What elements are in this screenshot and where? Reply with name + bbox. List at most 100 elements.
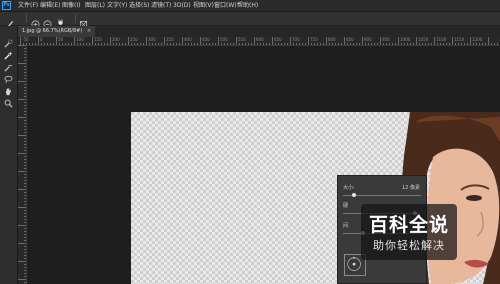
menu-layer[interactable]: 图层(L) bbox=[85, 1, 105, 10]
chevron-down-icon[interactable] bbox=[67, 15, 72, 29]
ruler-tick bbox=[329, 43, 330, 45]
ruler-tick bbox=[24, 138, 26, 139]
ruler-tick bbox=[24, 69, 26, 70]
ruler-tick bbox=[24, 147, 26, 148]
ruler-tick bbox=[380, 37, 381, 45]
ruler-tick bbox=[74, 37, 75, 45]
menu-filter[interactable]: 滤镜(T) bbox=[151, 1, 171, 10]
menu-window[interactable]: 窗口(W) bbox=[214, 1, 237, 10]
vertical-ruler bbox=[18, 45, 27, 284]
brush-plus-tool-icon[interactable] bbox=[3, 50, 14, 61]
lasso-tool-icon[interactable] bbox=[3, 74, 14, 85]
menu-type[interactable]: 文字(Y) bbox=[107, 1, 127, 10]
ruler-tick bbox=[18, 81, 26, 82]
ruler-tick bbox=[440, 43, 441, 45]
add-to-selection-icon[interactable] bbox=[31, 14, 40, 29]
watermark-title: 百科全说 bbox=[368, 214, 449, 236]
ruler-tick bbox=[230, 43, 231, 45]
ruler-tick bbox=[233, 43, 234, 45]
horizontal-ruler: -50 0 50 100 150 200 250 300 350 400 450 500 550 600 6… bbox=[18, 37, 500, 46]
ruler-tick bbox=[24, 96, 26, 97]
ruler-tick bbox=[266, 43, 267, 45]
ruler-tick bbox=[71, 43, 72, 45]
ruler-tick bbox=[24, 102, 26, 103]
ruler-label: 1200 bbox=[472, 37, 483, 42]
ruler-tick bbox=[317, 43, 318, 45]
ruler-tick bbox=[323, 43, 324, 45]
ruler-tick bbox=[203, 43, 204, 45]
ruler-tick bbox=[110, 37, 111, 45]
ruler-tick bbox=[18, 153, 26, 154]
menu-3d[interactable]: 3D(D) bbox=[173, 1, 191, 10]
ruler-tick bbox=[473, 43, 474, 45]
ruler-tick bbox=[24, 165, 26, 166]
ruler-tick bbox=[419, 43, 420, 45]
brush-size-value: 90 bbox=[57, 19, 64, 24]
menu-file[interactable]: 文件(F) bbox=[18, 1, 38, 10]
menu-help[interactable]: 帮助(H) bbox=[237, 1, 258, 10]
ruler-tick bbox=[413, 43, 414, 45]
subtract-from-selection-icon[interactable] bbox=[43, 14, 52, 29]
quick-selection-tool-icon[interactable] bbox=[3, 38, 14, 49]
ruler-tick bbox=[41, 43, 42, 45]
ruler-tick bbox=[24, 252, 26, 253]
ruler-tick bbox=[24, 108, 26, 109]
ruler-tick bbox=[125, 43, 126, 45]
ruler-tick bbox=[24, 222, 26, 223]
ruler-tick bbox=[24, 186, 26, 187]
menu-edit[interactable]: 编辑(E) bbox=[40, 1, 60, 10]
ruler-tick bbox=[24, 183, 26, 184]
zoom-tool-icon[interactable] bbox=[3, 98, 14, 109]
brush-tool-preset-icon[interactable] bbox=[5, 14, 14, 29]
brush-size-slider-knob[interactable] bbox=[352, 193, 356, 197]
ruler-tick bbox=[29, 43, 30, 45]
ruler-tick bbox=[188, 43, 189, 45]
ruler-tick bbox=[24, 255, 26, 256]
ruler-tick bbox=[149, 43, 150, 45]
ruler-tick bbox=[326, 37, 327, 45]
ruler-tick bbox=[485, 43, 486, 45]
ruler-tick bbox=[24, 87, 26, 88]
ruler-tick bbox=[24, 228, 26, 229]
ruler-tick bbox=[131, 43, 132, 45]
document-tab[interactable]: 1.jpg @ 66.7%(RGB/8#) × bbox=[18, 26, 96, 37]
brush-size-picker[interactable]: 90 bbox=[56, 12, 65, 25]
ruler-tick bbox=[254, 37, 255, 45]
ruler-tick bbox=[479, 43, 480, 45]
close-icon[interactable]: × bbox=[87, 26, 91, 37]
ruler-tick bbox=[18, 243, 26, 244]
ruler-tick bbox=[32, 43, 33, 45]
ruler-tick bbox=[24, 276, 26, 277]
ruler-tick bbox=[24, 267, 26, 268]
ruler-label: 800 bbox=[328, 37, 336, 42]
ruler-tick bbox=[353, 43, 354, 45]
ruler-tick bbox=[24, 126, 26, 127]
ruler-tick bbox=[101, 43, 102, 45]
ruler-label: 1000 bbox=[400, 37, 411, 42]
brush-size-slider[interactable] bbox=[343, 193, 421, 197]
ruler-tick bbox=[221, 43, 222, 45]
ruler-tick bbox=[24, 213, 26, 214]
ruler-tick bbox=[236, 37, 237, 45]
ruler-tick bbox=[18, 63, 26, 64]
menu-image[interactable]: 图像(I) bbox=[62, 1, 80, 10]
ruler-tick bbox=[482, 43, 483, 45]
ruler-tick bbox=[24, 282, 26, 283]
sample-all-layers-icon[interactable] bbox=[79, 14, 88, 29]
watermark-logo: 百科全说 助你轻松解决 bbox=[361, 204, 457, 260]
ruler-label: 150 bbox=[94, 37, 102, 42]
ruler-tick bbox=[242, 43, 243, 45]
ruler-tick bbox=[24, 168, 26, 169]
ruler-tick bbox=[24, 48, 26, 49]
ruler-tick bbox=[461, 43, 462, 45]
ruler-tick bbox=[24, 114, 26, 115]
menu-select[interactable]: 选择(S) bbox=[129, 1, 150, 10]
ruler-tick bbox=[308, 37, 309, 45]
ruler-tick bbox=[24, 54, 26, 55]
ruler-tick bbox=[404, 43, 405, 45]
menu-view[interactable]: 视图(V) bbox=[193, 1, 214, 10]
hand-tool-icon[interactable] bbox=[3, 86, 14, 97]
ruler-tick bbox=[416, 37, 417, 45]
brush-minus-tool-icon[interactable] bbox=[3, 62, 14, 73]
ruler-tick bbox=[24, 216, 26, 217]
